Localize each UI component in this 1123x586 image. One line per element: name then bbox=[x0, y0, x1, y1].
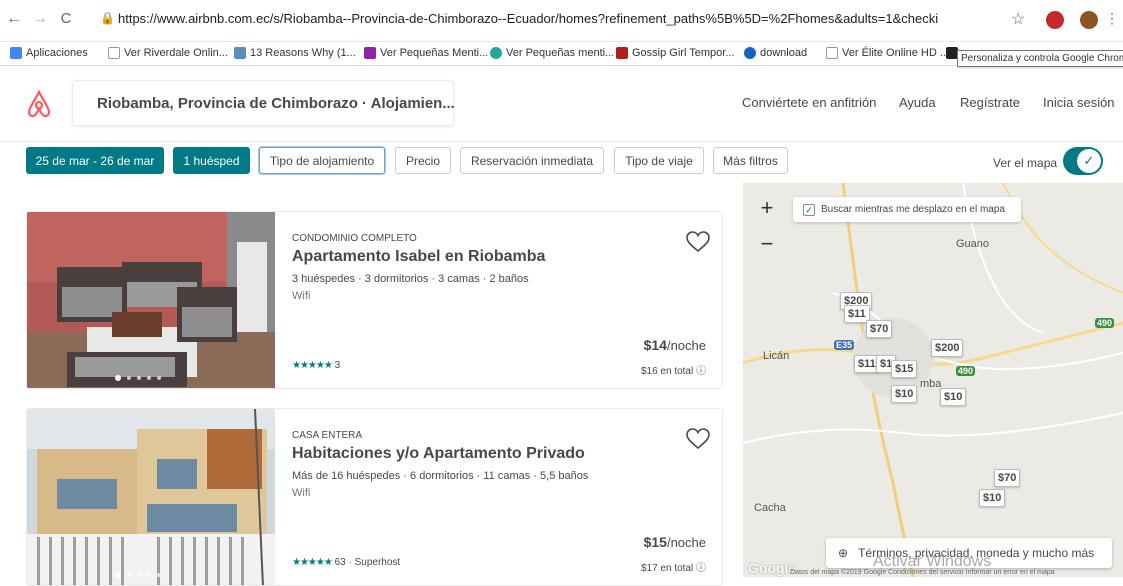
apps-grid-icon bbox=[10, 47, 22, 59]
google-logo: Google bbox=[748, 560, 797, 576]
more-filters-button[interactable]: Más filtros bbox=[713, 147, 788, 174]
filter-bar: 25 de mar - 26 de mar 1 huésped Tipo de … bbox=[0, 143, 1123, 183]
bookmark-apps[interactable]: Aplicaciones bbox=[10, 47, 88, 59]
town-label: Guano bbox=[956, 238, 990, 250]
forward-icon[interactable]: → bbox=[32, 10, 48, 28]
bookmark-item[interactable]: Ver Riverdale Onlin... bbox=[108, 47, 228, 59]
dates-filter-button[interactable]: 25 de mar - 26 de mar bbox=[26, 147, 164, 174]
become-host-link[interactable]: Conviértete en anfitrión bbox=[742, 95, 876, 110]
heart-icon[interactable] bbox=[685, 427, 711, 451]
checkbox-icon: ✓ bbox=[803, 203, 815, 216]
address-bar[interactable]: https://www.airbnb.com.ec/s/Riobamba--Pr… bbox=[118, 11, 938, 26]
info-icon[interactable]: ⓘ bbox=[696, 563, 706, 574]
info-icon[interactable]: ⓘ bbox=[696, 366, 706, 377]
price-marker[interactable]: $10 bbox=[940, 388, 967, 406]
gossip-girl-icon bbox=[616, 47, 628, 59]
price-marker[interactable]: $70 bbox=[866, 320, 893, 338]
check-icon: ✓ bbox=[1077, 149, 1101, 173]
town-label: Cacha bbox=[754, 502, 786, 514]
globe-icon: ⊕ bbox=[838, 546, 849, 560]
tooltip: Personaliza y controla Google Chrome bbox=[957, 50, 1123, 67]
instant-book-filter-button[interactable]: Reservación inmediata bbox=[460, 147, 604, 174]
search-while-moving-checkbox[interactable]: ✓ Buscar mientras me desplazo en el mapa bbox=[793, 197, 1021, 222]
reload-icon[interactable]: C bbox=[58, 10, 74, 27]
search-input[interactable]: Riobamba, Provincia de Chimborazo · Aloj… bbox=[72, 80, 455, 126]
map-footer: Datos del mapa ©2019 Google Condiciones … bbox=[790, 569, 1055, 576]
show-map-toggle[interactable]: ✓ bbox=[1063, 147, 1103, 175]
bowtie-icon bbox=[364, 47, 376, 59]
listing-amenities: Wifi bbox=[292, 290, 311, 302]
listing-title[interactable]: Habitaciones y/o Apartamento Privado bbox=[292, 445, 585, 463]
listing-amenities: Wifi bbox=[292, 487, 311, 499]
bookmark-item[interactable]: download bbox=[744, 47, 807, 59]
highway-shield: 490 bbox=[1095, 318, 1115, 328]
town-label: mba bbox=[920, 378, 942, 390]
listing-type: CASA ENTERA bbox=[292, 430, 363, 441]
listing-total: $17 en total ⓘ bbox=[640, 563, 706, 574]
back-icon[interactable]: ← bbox=[6, 10, 22, 28]
bookmark-item[interactable]: 13 Reasons Why (1... bbox=[234, 47, 356, 59]
guests-filter-button[interactable]: 1 huésped bbox=[173, 147, 250, 174]
page-icon bbox=[826, 47, 838, 59]
stars-icon: ★★★★★ bbox=[292, 557, 333, 568]
town-label: Licán bbox=[763, 350, 790, 362]
price-marker[interactable]: $200 bbox=[931, 339, 964, 357]
bookmark-item[interactable]: Ver Élite Online HD ... bbox=[826, 47, 949, 59]
lock-icon: 🔒 bbox=[100, 11, 115, 25]
property-type-filter-button[interactable]: Tipo de alojamiento bbox=[259, 147, 385, 174]
download-icon bbox=[744, 47, 756, 59]
zoom-in-button[interactable]: + bbox=[752, 194, 782, 222]
help-link[interactable]: Ayuda bbox=[899, 95, 936, 110]
price-marker[interactable]: $10 bbox=[979, 489, 1006, 507]
login-link[interactable]: Inicia sesión bbox=[1043, 95, 1115, 110]
listing-total: $16 en total ⓘ bbox=[640, 366, 706, 377]
show-map-label: Ver el mapa bbox=[993, 156, 1058, 170]
highway-shield: E35 bbox=[834, 340, 855, 350]
listing-type: CONDOMINIO COMPLETO bbox=[292, 233, 417, 244]
price-marker[interactable]: $70 bbox=[994, 469, 1021, 487]
photo-carousel-dots[interactable] bbox=[115, 375, 161, 381]
highway-shield: 490 bbox=[956, 366, 976, 376]
listing-photo[interactable] bbox=[27, 409, 275, 586]
browser-toolbar: ← → C 🔒 https://www.airbnb.com.ec/s/Riob… bbox=[0, 0, 1123, 42]
listing-photo[interactable] bbox=[27, 212, 275, 389]
chrome-menu-icon[interactable]: ⋮ bbox=[1104, 10, 1120, 27]
listing-rating: ★★★★★ 63 · Superhost bbox=[292, 557, 401, 568]
price-marker[interactable]: $10 bbox=[891, 385, 918, 403]
adblock-extension-icon[interactable] bbox=[1046, 11, 1064, 29]
thumbnail-icon bbox=[234, 47, 246, 59]
signup-link[interactable]: Regístrate bbox=[960, 95, 1020, 110]
price-marker[interactable]: $15 bbox=[891, 360, 918, 378]
airbnb-logo-icon[interactable] bbox=[26, 90, 52, 118]
bookmark-item[interactable]: Ver Pequeñas Menti... bbox=[364, 47, 488, 59]
listing-card[interactable]: CASA ENTERA Habitaciones y/o Apartamento… bbox=[26, 408, 723, 586]
bookmark-item[interactable]: Ver Pequeñas menti... bbox=[490, 47, 614, 59]
listing-card[interactable]: CONDOMINIO COMPLETO Apartamento Isabel e… bbox=[26, 211, 723, 389]
listing-title[interactable]: Apartamento Isabel en Riobamba bbox=[292, 248, 545, 266]
stars-icon: ★★★★★ bbox=[292, 360, 333, 371]
heart-icon[interactable] bbox=[685, 230, 711, 254]
zoom-out-button[interactable]: − bbox=[752, 230, 782, 258]
price-filter-button[interactable]: Precio bbox=[395, 147, 451, 174]
globe-icon bbox=[490, 47, 502, 59]
site-header: Riobamba, Provincia de Chimborazo · Aloj… bbox=[0, 66, 1123, 142]
listing-details: 3 huéspedes · 3 dormitorios · 3 camas · … bbox=[292, 273, 529, 285]
profile-avatar-icon[interactable] bbox=[1080, 11, 1098, 29]
listing-price: $14/noche bbox=[643, 337, 706, 353]
trip-type-filter-button[interactable]: Tipo de viaje bbox=[614, 147, 704, 174]
page-icon bbox=[108, 47, 120, 59]
listing-rating: ★★★★★ 3 bbox=[292, 360, 341, 371]
photo-carousel-dots[interactable] bbox=[115, 572, 161, 578]
listing-details: Más de 16 huéspedes · 6 dormitorios · 11… bbox=[292, 470, 589, 482]
listing-price: $15/noche bbox=[643, 534, 706, 550]
bookmarks-bar: Aplicaciones Ver Riverdale Onlin... 13 R… bbox=[0, 42, 1123, 66]
bookmark-star-icon[interactable]: ☆ bbox=[1011, 9, 1025, 29]
bookmark-item[interactable]: Gossip Girl Tempor... bbox=[616, 47, 735, 59]
